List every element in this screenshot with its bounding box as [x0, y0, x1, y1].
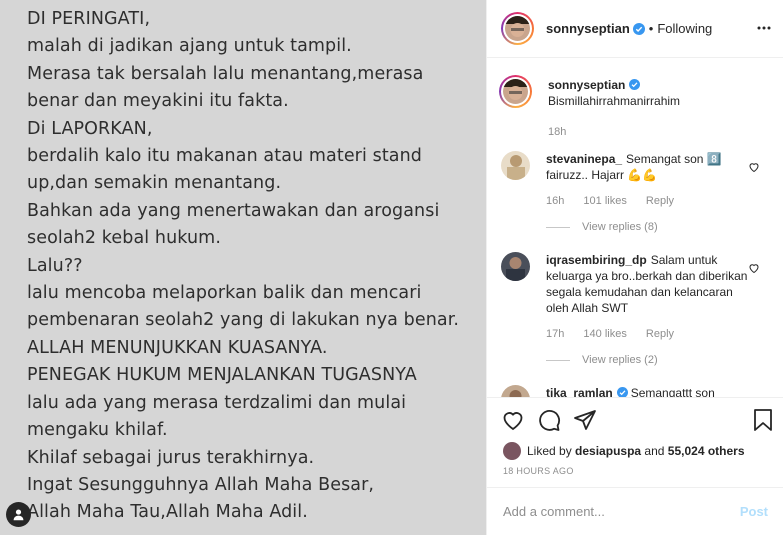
view-replies-label: View replies (2): [582, 354, 658, 366]
liked-user[interactable]: desiapuspa: [575, 444, 641, 458]
reply-button[interactable]: Reply: [646, 195, 674, 207]
liked-by: Liked by desiapuspa and 55,024 others: [503, 442, 745, 460]
post-text-line: benar dan meyakini itu fakta.: [27, 91, 289, 112]
header-username[interactable]: sonnyseptian: [546, 21, 630, 36]
liked-prefix: Liked by: [527, 444, 572, 458]
divider: [546, 226, 570, 228]
post-text-line: Di LAPORKAN,: [27, 118, 153, 139]
verified-badge-icon: [632, 22, 645, 35]
post-timestamp[interactable]: 18 HOURS AGO: [503, 466, 574, 476]
comment-time[interactable]: 16h: [546, 195, 564, 207]
liked-count[interactable]: 55,024 others: [668, 444, 745, 458]
liked-avatar[interactable]: [503, 442, 521, 460]
post-text-line: Ingat Sesungguhnya Allah Maha Besar,: [27, 474, 375, 495]
view-replies-button[interactable]: View replies (2): [546, 352, 751, 368]
post-text-line: PENEGAK HUKUM MENJALANKAN TUGASNYA: [27, 365, 417, 386]
bookmark-icon[interactable]: [752, 408, 774, 432]
post-text-line: ALLAH MENUNJUKKAN KUASANYA.: [27, 337, 328, 358]
caption-avatar[interactable]: [499, 75, 532, 108]
view-replies-button[interactable]: View replies (8): [546, 219, 751, 235]
post-text-line: seolah2 kebal hukum.: [27, 228, 221, 249]
post-text-line: lalu mencoba melaporkan balik dan mencar…: [27, 283, 422, 304]
add-comment-bar: Post: [487, 487, 783, 535]
divider: [546, 359, 570, 361]
post-text-line: Lalu??: [27, 255, 83, 276]
person-icon: [13, 509, 24, 521]
liked-and: and: [644, 444, 665, 458]
post-text-line: Allah Maha Tau,Allah Maha Adil.: [27, 502, 308, 523]
post-actions: Liked by desiapuspa and 55,024 others 18…: [487, 397, 783, 487]
share-icon[interactable]: [573, 408, 597, 432]
caption-text: Bismillahirrahmanirrahim: [548, 94, 681, 108]
comment-icon[interactable]: [537, 408, 561, 432]
avatar[interactable]: [501, 12, 534, 45]
reply-button[interactable]: Reply: [646, 328, 674, 340]
post-text-line: berdalih kalo itu makanan atau materi st…: [27, 146, 423, 167]
post-side-panel: sonnyseptian • Following sonnyseptian Bi…: [486, 0, 783, 535]
like-comment-icon[interactable]: [748, 262, 760, 274]
like-comment-icon[interactable]: [748, 161, 760, 173]
comment-likes[interactable]: 101 likes: [583, 195, 626, 207]
caption-username[interactable]: sonnyseptian: [548, 78, 625, 92]
post-header: sonnyseptian • Following: [487, 0, 783, 58]
comment-input[interactable]: [503, 504, 740, 519]
user-tag-button[interactable]: [6, 502, 31, 527]
caption-time[interactable]: 18h: [548, 126, 566, 138]
post-image[interactable]: DI PERINGATI, malah di jadikan ajang untu…: [0, 0, 486, 535]
post-text-line: DI PERINGATI,: [27, 9, 151, 29]
view-replies-label: View replies (8): [582, 221, 658, 233]
comment-text: Semangattt son: [630, 386, 715, 397]
comment-username[interactable]: tika_ramlan: [546, 386, 613, 397]
comment-avatar[interactable]: [501, 252, 530, 281]
more-options-icon[interactable]: [756, 20, 772, 36]
post-text-line: lalu ada yang merasa terdzalimi dan mula…: [27, 392, 407, 413]
post-text-line: pembenaran seolah2 yang di lakukan nya b…: [27, 310, 460, 331]
verified-badge-icon: [629, 79, 641, 90]
post-text-block: DI PERINGATI, malah di jadikan ajang untu…: [27, 6, 459, 527]
header-separator: •: [648, 21, 654, 36]
comments-list[interactable]: sonnyseptian Bismillahirrahmanirrahim 18…: [487, 59, 783, 397]
comment-time[interactable]: 17h: [546, 328, 564, 340]
comment-username[interactable]: iqrasembiring_dp: [546, 253, 647, 267]
post-text-line: Merasa tak bersalah lalu menantang,meras…: [27, 63, 424, 84]
comment-likes[interactable]: 140 likes: [583, 328, 626, 340]
post-text-line: mengaku khilaf.: [27, 420, 168, 441]
comment-username[interactable]: stevaninepa_: [546, 152, 622, 166]
comment-avatar[interactable]: [501, 385, 530, 397]
comment-avatar[interactable]: [501, 151, 530, 180]
following-button[interactable]: Following: [657, 21, 712, 36]
post-text-line: malah di jadikan ajang untuk tampil.: [27, 36, 352, 57]
post-text-line: Khilaf sebagai jurus terakhirnya.: [27, 447, 315, 468]
post-text-line: up,dan semakin menantang.: [27, 173, 282, 194]
post-button[interactable]: Post: [740, 504, 768, 519]
heart-icon[interactable]: [501, 408, 525, 432]
post-text-line: Bahkan ada yang menertawakan dan arogans…: [27, 200, 440, 221]
verified-badge-icon: [616, 387, 628, 397]
